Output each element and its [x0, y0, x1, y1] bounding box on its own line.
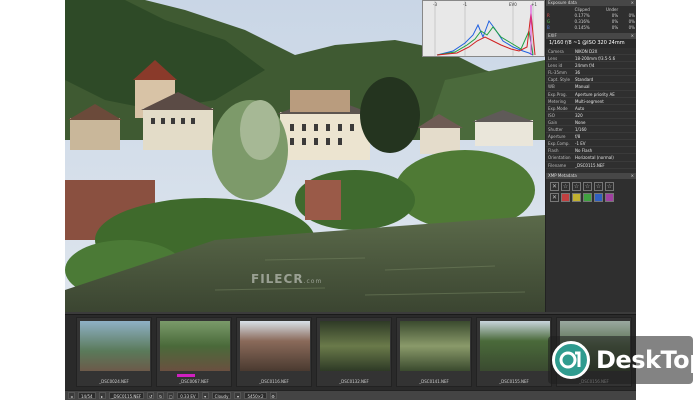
filmstrip-thumb[interactable]: _DSC0132.NEF — [316, 317, 392, 387]
star-icon[interactable]: ☆ — [605, 181, 614, 191]
logo-circle-icon — [552, 341, 590, 379]
exif-summary: 1/160 f/8 ~1 @ISO 320 24mm — [546, 39, 636, 48]
list-item: Metering Multi-segment — [546, 98, 636, 105]
close-icon[interactable]: × — [631, 0, 634, 6]
star-icon[interactable]: ☆ — [594, 181, 603, 191]
list-item: Lens 18-200mm f/3.5-5.6 — [546, 55, 636, 63]
list-item: Orientation Horizontal (normal) — [546, 154, 636, 162]
hist-label-minus3: -3 — [433, 2, 437, 7]
list-item: FL-35mm 36 — [546, 69, 636, 77]
filmstrip-thumb[interactable]: _DSC0155.NEF — [476, 317, 552, 387]
list-item: Capt. Style Standard — [546, 76, 636, 84]
list-item: Flash No Flash — [546, 147, 636, 155]
histogram-overlay: -3 -1 EV0 +1 — [422, 0, 545, 57]
thumb-label: _DSC0116.NEF — [259, 379, 289, 384]
hist-label-ev0: EV0 — [509, 2, 517, 7]
filmstrip-thumb[interactable]: _DSC0024.NEF — [76, 317, 152, 387]
exif-panel-header[interactable]: EXIF × — [546, 33, 636, 39]
exposure-panel-header[interactable]: Exposure data × — [546, 0, 636, 6]
thumb-label: _DSC0067.NEF — [179, 379, 209, 384]
settings-icon[interactable]: ⚙ — [269, 392, 277, 399]
rotate-right-icon[interactable]: ↻ — [157, 392, 165, 399]
thumb-label: _DSC0155.NEF — [499, 379, 529, 384]
exposure-adjust-field[interactable]: 0.33 EV — [177, 392, 199, 399]
xmp-rating-grid: ✕ ☆ ☆ ☆ ☆ ☆ ✕ — [546, 179, 636, 205]
next-icon[interactable]: ▸ — [98, 392, 106, 399]
thumb-label: _DSC0132.NEF — [339, 379, 369, 384]
dropdown-icon[interactable]: ▾ — [201, 392, 209, 399]
list-item: Filename _DSC0115.NEF — [546, 162, 636, 169]
exposure-panel-title: Exposure data — [548, 0, 577, 5]
dropdown-icon[interactable]: ▾ — [234, 392, 242, 399]
filmstrip-thumb[interactable]: _DSC0141.NEF — [396, 317, 472, 387]
list-item: Exp.Comp. -1 EV — [546, 140, 636, 148]
table-row: B 0.145% 0% 0% — [547, 24, 635, 30]
desktop-logo: DeskTop — [548, 336, 700, 384]
list-item: Lens id 24mm f/4 — [546, 62, 636, 70]
logo-glyph-icon — [559, 351, 581, 369]
list-item: Camera NIKON D2X — [546, 48, 636, 56]
color-label-tag — [177, 374, 195, 377]
filmstrip-thumb[interactable]: _DSC0067.NEF — [156, 317, 232, 387]
list-item: Shutter 1/160 — [546, 126, 636, 134]
list-item: ISO 320 — [546, 112, 636, 119]
star-icon[interactable]: ☆ — [561, 181, 570, 191]
image-counter: 14/54 — [78, 392, 96, 399]
list-item: Exp.Mode Auto — [546, 105, 636, 112]
reject-icon[interactable]: ✕ — [550, 181, 559, 191]
rotate-left-icon[interactable]: ↺ — [147, 392, 155, 399]
thumb-label: _DSC0141.NEF — [419, 379, 449, 384]
xmp-panel-title: XMP Metadata — [548, 172, 577, 178]
status-bar: ◂ 14/54 ▸ _DSC0115.NEF ↺ ↻ ▢ 0.33 EV ▾ C… — [65, 390, 636, 400]
exif-list: Camera NIKON D2X Lens 18-200mm f/3.5-5.6 L… — [546, 48, 636, 169]
clear-label-icon[interactable]: ✕ — [550, 192, 559, 202]
list-item: WB Manual — [546, 83, 636, 91]
close-icon[interactable]: × — [631, 33, 634, 39]
white-balance-select[interactable]: Cloudy — [211, 392, 232, 399]
xmp-panel-header[interactable]: XMP Metadata × — [546, 172, 636, 179]
histogram-chart — [434, 1, 536, 56]
color-label-purple[interactable] — [605, 192, 614, 202]
color-label-green[interactable] — [583, 192, 592, 202]
list-item: Exp.Prog. Aperture priority AE — [546, 91, 636, 98]
filmstrip-thumb[interactable]: _DSC0116.NEF — [236, 317, 312, 387]
list-item: Gain None — [546, 119, 636, 127]
logo-text: DeskTop — [596, 346, 700, 374]
info-panel: Exposure data × Clipped Under R 0.177% 0%… — [545, 0, 636, 312]
filecr-watermark: FILECR.com — [251, 272, 323, 286]
star-icon[interactable]: ☆ — [583, 181, 592, 191]
color-label-yellow[interactable] — [572, 192, 581, 202]
color-label-blue[interactable] — [594, 192, 603, 202]
filename-field: _DSC0115.NEF — [108, 392, 145, 399]
exposure-table: Clipped Under R 0.177% 0% 0% G 0.316% 0% 0% … — [546, 6, 636, 30]
zoom-fit-icon[interactable]: ▢ — [167, 392, 175, 399]
thumb-label: _DSC0024.NEF — [99, 379, 129, 384]
close-icon[interactable]: × — [631, 173, 634, 179]
star-icon[interactable]: ☆ — [572, 181, 581, 191]
exif-panel-title: EXIF — [548, 33, 557, 38]
size-field: 5450×2 — [244, 392, 267, 399]
main-image-viewer[interactable]: FILECR.com -3 -1 EV0 +1 — [65, 0, 545, 312]
previous-icon[interactable]: ◂ — [68, 392, 75, 399]
hist-label-minus1: -1 — [463, 2, 467, 7]
list-item: Aperture f/8 — [546, 133, 636, 141]
color-label-red[interactable] — [561, 192, 570, 202]
hist-label-plus1: +1 — [531, 2, 537, 7]
